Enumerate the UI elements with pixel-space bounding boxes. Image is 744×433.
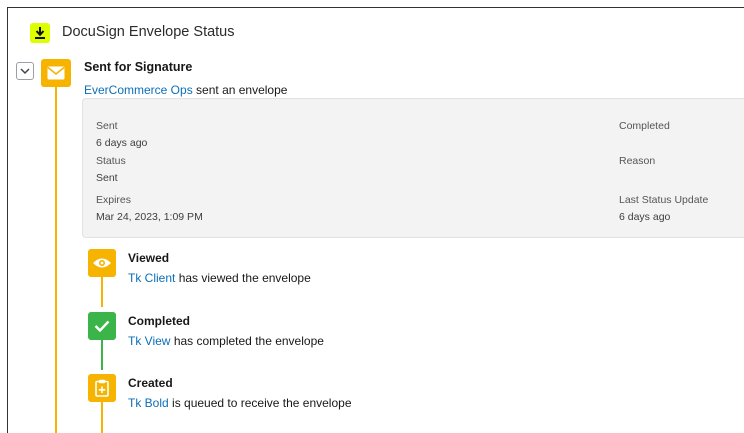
timeline-line <box>55 87 57 433</box>
event-title: Viewed <box>128 251 170 265</box>
timeline-connector <box>101 277 103 307</box>
actor-link[interactable]: Tk View <box>128 334 170 348</box>
event-text: has viewed the envelope <box>178 271 311 285</box>
status-label: Status <box>96 155 126 167</box>
envelope-action-text: sent an envelope <box>196 83 288 97</box>
event-title: Created <box>128 376 173 390</box>
completed-label: Completed <box>619 120 670 132</box>
envelope-summary: EverCommerce Ops sent an envelope <box>84 83 287 97</box>
panel-title: DocuSign Envelope Status <box>62 24 235 40</box>
sender-link[interactable]: EverCommerce Ops <box>84 83 193 97</box>
expires-value: Mar 24, 2023, 1:09 PM <box>96 211 203 223</box>
expires-label: Expires <box>96 194 132 206</box>
collapse-toggle-button[interactable] <box>16 62 34 80</box>
actor-link[interactable]: Tk Bold <box>128 396 169 410</box>
reason-label: Reason <box>619 155 656 167</box>
event-title: Completed <box>128 314 191 328</box>
timeline-connector <box>101 340 103 370</box>
event-text: has completed the envelope <box>173 334 324 348</box>
event-description: Tk Client has viewed the envelope <box>128 271 311 285</box>
actor-link[interactable]: Tk Client <box>128 271 175 285</box>
clipboard-icon <box>88 374 116 402</box>
status-value: Sent <box>96 172 118 184</box>
checkmark-icon <box>88 312 116 340</box>
event-description: Tk View has completed the envelope <box>128 334 324 348</box>
eye-icon <box>88 249 116 277</box>
envelope-title: Sent for Signature <box>84 60 193 74</box>
chevron-down-icon <box>20 68 30 75</box>
timeline-connector <box>101 402 103 433</box>
envelope-icon <box>41 59 71 87</box>
sent-label: Sent <box>96 120 118 132</box>
event-text: is queued to receive the envelope <box>172 396 352 410</box>
download-icon <box>30 23 50 43</box>
last-status-update-value: 6 days ago <box>619 211 671 223</box>
sent-value: 6 days ago <box>96 137 148 149</box>
event-description: Tk Bold is queued to receive the envelop… <box>128 396 352 410</box>
last-status-update-label: Last Status Update <box>619 194 709 206</box>
